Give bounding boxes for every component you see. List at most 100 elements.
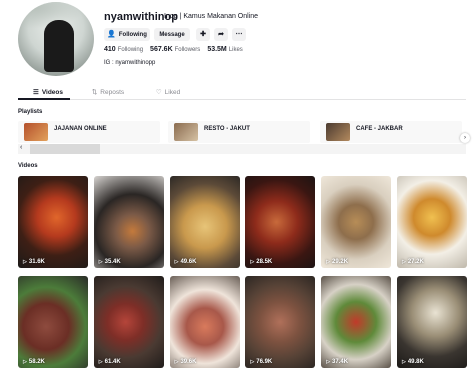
video-card[interactable]: ▷ 29.2K <box>321 176 392 268</box>
following-count: 410 <box>104 46 116 53</box>
followers-count: 567.6K <box>150 46 173 53</box>
message-button[interactable]: Message <box>154 28 190 41</box>
message-button-label: Message <box>159 31 185 38</box>
add-user-icon: ✚ <box>200 31 206 38</box>
view-count-value: 49.6K <box>180 259 197 265</box>
video-card[interactable]: ▷ 76.9K <box>245 276 316 368</box>
video-card[interactable]: ▷ 49.6K <box>169 176 240 268</box>
video-card[interactable]: ▷ 49.8K <box>396 276 467 368</box>
share-icon: ➦ <box>218 31 224 38</box>
video-card[interactable]: ▷ 27.2K <box>396 176 467 268</box>
following-button[interactable]: 👤 Following <box>104 28 150 41</box>
playlist-thumbnail <box>174 123 198 141</box>
profile-stats: 410 Following 567.6K Followers 53.5M Likes <box>104 46 243 53</box>
playlist-scrollbar-thumb[interactable] <box>30 144 100 154</box>
playlists-heading: Playlists <box>18 109 43 115</box>
video-card[interactable]: ▷ 28.5K <box>245 176 316 268</box>
profile-bio: IG : nyamwithinopp <box>104 60 156 66</box>
likes-stat: 53.5M Likes <box>207 46 242 53</box>
view-count: ▷ 58.2K <box>23 359 45 365</box>
likes-label: Likes <box>228 47 243 53</box>
view-count-value: 76.9K <box>256 359 273 365</box>
play-icon: ▷ <box>23 359 27 365</box>
more-icon: ⋯ <box>235 31 243 38</box>
tab-liked[interactable]: ♡ Liked <box>138 86 198 98</box>
view-count-value: 35.4K <box>104 259 121 265</box>
tab-liked-label: Liked <box>164 88 181 96</box>
tab-videos[interactable]: ☰ Videos <box>18 86 78 98</box>
tab-reposts[interactable]: ⇅ Reposts <box>78 86 138 98</box>
repost-icon: ⇅ <box>91 89 98 96</box>
tabs-divider <box>18 99 466 100</box>
video-card[interactable]: ▷ 31.6K <box>18 176 88 268</box>
playlist-item[interactable]: CAFE - JAKBAR <box>320 121 462 143</box>
view-count: ▷ 29.2K <box>326 259 348 265</box>
profile-avatar[interactable] <box>18 2 94 76</box>
view-count-value: 28.5K <box>256 259 273 265</box>
more-button[interactable]: ⋯ <box>232 28 246 41</box>
videos-heading: Videos <box>18 163 38 169</box>
play-icon: ▷ <box>326 259 331 265</box>
playlist-title: CAFE - JAKBAR <box>356 126 403 132</box>
avatar-figure <box>44 20 74 72</box>
play-icon: ▷ <box>250 359 255 365</box>
likes-count: 53.5M <box>207 46 227 53</box>
profile-nickname: Inop | Kamus Makanan Online <box>164 13 259 20</box>
chevron-right-icon: › <box>464 135 466 141</box>
view-count: ▷ 31.6K <box>23 259 45 265</box>
play-icon: ▷ <box>174 359 179 365</box>
playlist-title: RESTO - JAKUT <box>204 126 250 132</box>
play-icon: ▷ <box>23 259 27 265</box>
followers-stat[interactable]: 567.6K Followers <box>150 46 200 53</box>
view-count-value: 37.4K <box>332 359 349 365</box>
following-button-label: Following <box>118 31 147 38</box>
video-card[interactable]: ▷ 61.4K <box>93 276 164 368</box>
view-count: ▷ 37.4K <box>326 359 348 365</box>
view-count: ▷ 28.5K <box>250 259 272 265</box>
video-grid: ▷ 31.6K ▷ 35.4K ▷ 49.6K ▷ 28.5K ▷ 29.2K ▷ 27.2… <box>18 176 467 368</box>
view-count-value: 27.2K <box>407 259 424 265</box>
followers-label: Followers <box>174 47 201 53</box>
view-count-value: 49.8K <box>407 359 424 365</box>
following-stat[interactable]: 410 Following <box>104 46 143 53</box>
active-tab-indicator <box>18 98 70 100</box>
video-card[interactable]: ▷ 39.6K <box>169 276 240 368</box>
play-icon: ▷ <box>98 359 103 365</box>
view-count: ▷ 39.6K <box>175 359 197 365</box>
chevron-left-icon[interactable]: ‹ <box>20 144 22 151</box>
play-icon: ▷ <box>326 359 331 365</box>
playlist-thumbnail <box>326 123 350 141</box>
play-icon: ▷ <box>174 259 179 265</box>
share-button[interactable]: ➦ <box>214 28 228 41</box>
play-icon: ▷ <box>98 259 103 265</box>
play-icon: ▷ <box>401 359 406 365</box>
view-count-value: 58.2K <box>28 359 45 365</box>
view-count: ▷ 76.9K <box>250 359 272 365</box>
grid-icon: ☰ <box>32 89 39 96</box>
view-count: ▷ 61.4K <box>99 359 121 365</box>
following-label: Following <box>117 47 144 53</box>
profile-tabs: ☰ Videos ⇅ Reposts ♡ Liked <box>18 86 198 98</box>
add-friend-button[interactable]: ✚ <box>196 28 210 41</box>
playlist-thumbnail <box>24 123 48 141</box>
playlist-title: JAJANAN ONLINE <box>54 126 107 132</box>
view-count-value: 39.6K <box>180 359 197 365</box>
playlist-item[interactable]: RESTO - JAKUT <box>168 121 310 143</box>
view-count: ▷ 35.4K <box>99 259 121 265</box>
video-card[interactable]: ▷ 58.2K <box>18 276 88 368</box>
playlist-next-button[interactable]: › <box>460 133 470 143</box>
view-count-value: 29.2K <box>332 259 349 265</box>
user-check-icon: 👤 <box>107 31 116 38</box>
video-card[interactable]: ▷ 37.4K <box>321 276 392 368</box>
play-icon: ▷ <box>401 259 406 265</box>
tab-reposts-label: Reposts <box>100 88 125 96</box>
view-count: ▷ 49.8K <box>402 359 424 365</box>
playlist-item[interactable]: JAJANAN ONLINE <box>18 121 160 143</box>
tab-videos-label: Videos <box>41 88 64 96</box>
heart-icon: ♡ <box>155 89 162 96</box>
view-count: ▷ 49.6K <box>175 259 197 265</box>
video-card[interactable]: ▷ 35.4K <box>93 176 164 268</box>
play-icon: ▷ <box>250 259 255 265</box>
view-count-value: 61.4K <box>104 359 121 365</box>
view-count-value: 31.6K <box>28 259 45 265</box>
